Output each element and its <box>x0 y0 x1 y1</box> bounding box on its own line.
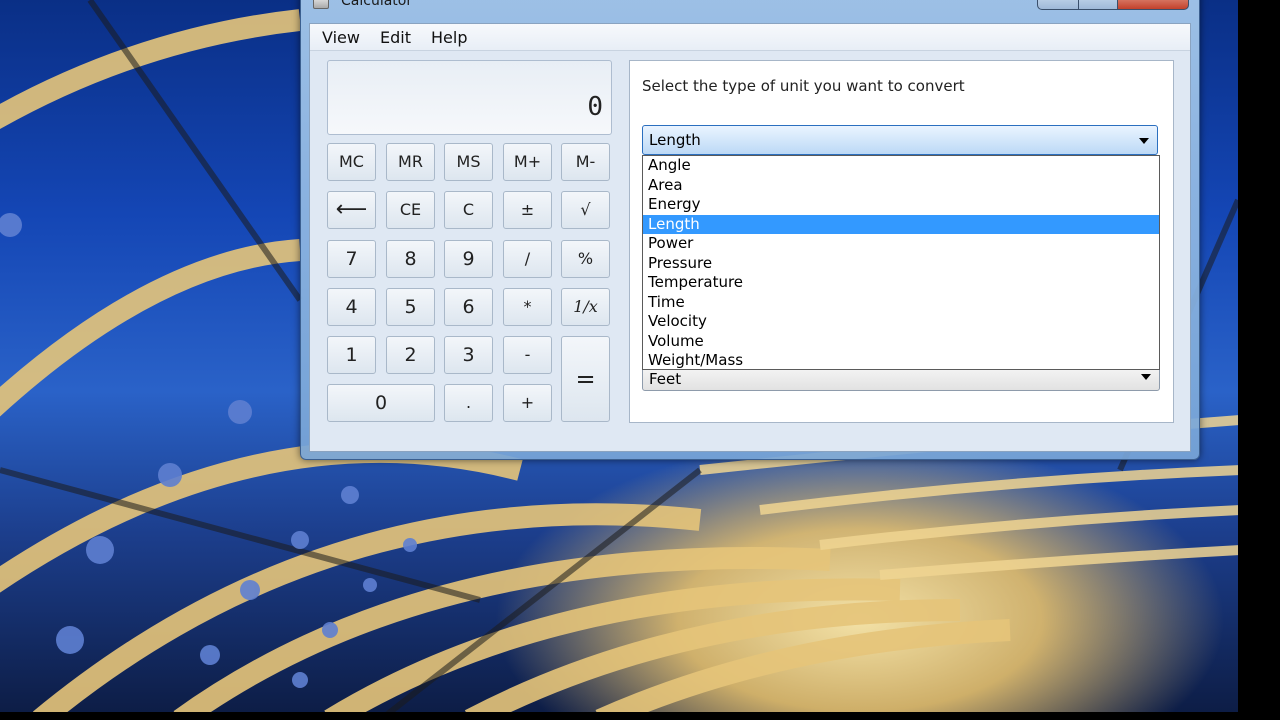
digit-5-button[interactable]: 5 <box>386 288 435 326</box>
add-button[interactable]: + <box>503 384 552 422</box>
screen-border-bottom <box>0 712 1280 720</box>
digit-9-button[interactable]: 9 <box>444 240 493 278</box>
maximize-button[interactable] <box>1078 0 1118 10</box>
mc-button[interactable]: MC <box>327 143 376 181</box>
option-energy[interactable]: Energy <box>643 195 1159 214</box>
option-power[interactable]: Power <box>643 234 1159 253</box>
digit-1-button[interactable]: 1 <box>327 336 376 374</box>
m-plus-button[interactable]: M+ <box>503 143 552 181</box>
option-angle[interactable]: Angle <box>643 156 1159 175</box>
option-time[interactable]: Time <box>643 293 1159 312</box>
calculator-client-area: View Edit Help 0 MC MR MS M+ M- ⟵ CE C ±… <box>309 23 1191 452</box>
menu-bar: View Edit Help <box>310 24 1190 51</box>
title-bar[interactable]: Calculator <box>301 0 1199 21</box>
calculator-window: Calculator View Edit Help 0 MC MR MS M+ … <box>300 0 1200 460</box>
decimal-button[interactable]: . <box>444 384 493 422</box>
digit-4-button[interactable]: 4 <box>327 288 376 326</box>
plus-minus-button[interactable]: ± <box>503 191 552 229</box>
menu-view[interactable]: View <box>322 28 360 47</box>
square-root-button[interactable]: √ <box>561 191 610 229</box>
m-minus-button[interactable]: M- <box>561 143 610 181</box>
multiply-button[interactable]: * <box>503 288 552 326</box>
option-velocity[interactable]: Velocity <box>643 312 1159 331</box>
digit-7-button[interactable]: 7 <box>327 240 376 278</box>
option-pressure[interactable]: Pressure <box>643 254 1159 273</box>
divide-button[interactable]: / <box>503 240 552 278</box>
calculator-app-icon <box>313 0 329 9</box>
screen-border-right <box>1238 0 1280 720</box>
option-temperature[interactable]: Temperature <box>643 273 1159 292</box>
digit-3-button[interactable]: 3 <box>444 336 493 374</box>
subtract-button[interactable]: - <box>503 336 552 374</box>
digit-2-button[interactable]: 2 <box>386 336 435 374</box>
display-value: 0 <box>587 92 603 122</box>
chevron-down-icon <box>1141 374 1151 380</box>
chevron-down-icon <box>1139 138 1149 144</box>
percent-button[interactable]: % <box>561 240 610 278</box>
option-weight-mass[interactable]: Weight/Mass <box>643 351 1159 370</box>
window-title: Calculator <box>341 0 413 9</box>
option-length[interactable]: Length <box>643 214 1159 234</box>
minimize-button[interactable] <box>1037 0 1079 10</box>
ce-button[interactable]: CE <box>386 191 435 229</box>
digit-0-button[interactable]: 0 <box>327 384 435 422</box>
digit-8-button[interactable]: 8 <box>386 240 435 278</box>
option-area[interactable]: Area <box>643 176 1159 195</box>
conversion-prompt: Select the type of unit you want to conv… <box>642 77 965 95</box>
ms-button[interactable]: MS <box>444 143 493 181</box>
unit-type-select[interactable]: Length <box>642 125 1158 155</box>
mr-button[interactable]: MR <box>386 143 435 181</box>
menu-edit[interactable]: Edit <box>380 28 411 47</box>
equals-button[interactable]: = <box>561 336 610 422</box>
digit-6-button[interactable]: 6 <box>444 288 493 326</box>
unit-conversion-panel: Select the type of unit you want to conv… <box>629 60 1174 423</box>
menu-help[interactable]: Help <box>431 28 467 47</box>
reciprocal-button[interactable]: 1/x <box>561 288 610 326</box>
to-unit-selected-value: Feet <box>649 370 682 388</box>
option-volume[interactable]: Volume <box>643 332 1159 351</box>
close-button[interactable] <box>1117 0 1189 10</box>
calculator-display: 0 <box>327 60 612 135</box>
clear-button[interactable]: C <box>444 191 493 229</box>
unit-type-selected-value: Length <box>649 131 701 149</box>
unit-type-dropdown-list: Angle Area Energy Length Power Pressure … <box>642 155 1160 370</box>
backspace-button[interactable]: ⟵ <box>327 191 376 229</box>
